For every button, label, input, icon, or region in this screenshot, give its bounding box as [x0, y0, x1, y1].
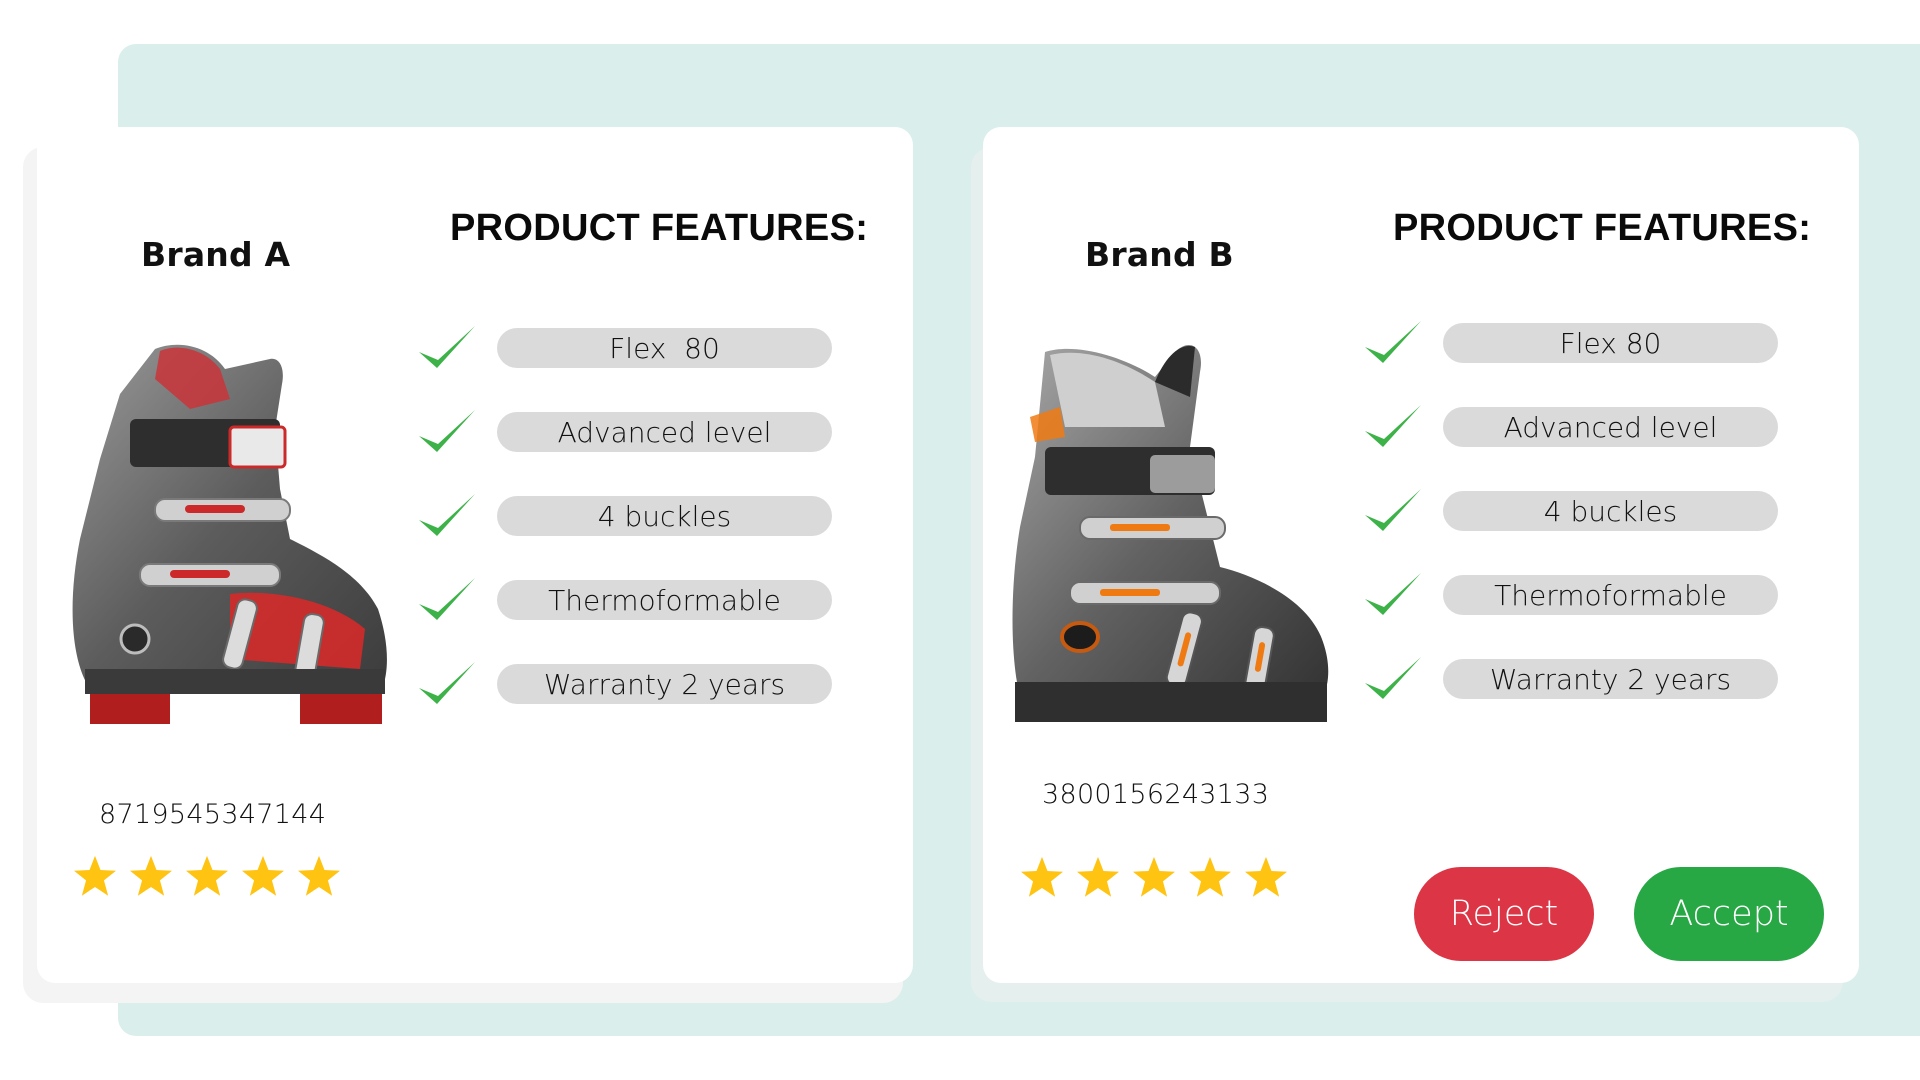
star-icon [74, 855, 116, 896]
star-icon [1245, 856, 1287, 897]
accept-button[interactable]: Accept [1634, 867, 1824, 961]
product-card-brand-a: Brand A PRODUCT FEATURES: Flex 80 Advanc… [37, 127, 913, 983]
star-rating [1020, 856, 1288, 898]
check-icon [419, 662, 475, 704]
star-icon [1021, 856, 1063, 897]
features-title: PRODUCT FEATURES: [450, 207, 869, 249]
ean-code: 8719545347144 [99, 799, 327, 830]
feature-pill: Warranty 2 years [1443, 659, 1778, 699]
feature-pill: Advanced level [497, 412, 832, 452]
product-image-boot-a [72, 344, 387, 724]
feature-pill: 4 buckles [1443, 491, 1778, 531]
star-rating [73, 855, 341, 897]
reject-button[interactable]: Reject [1414, 867, 1594, 961]
ean-code: 3800156243133 [1042, 779, 1270, 810]
feature-pill: 4 buckles [497, 496, 832, 536]
check-icon [419, 494, 475, 536]
feature-pill: Flex 80 [1443, 323, 1778, 363]
star-icon [130, 855, 172, 896]
star-icon [186, 855, 228, 896]
features-title: PRODUCT FEATURES: [1393, 207, 1812, 249]
brand-name: Brand B [1085, 235, 1234, 274]
feature-pill: Warranty 2 years [497, 664, 832, 704]
star-icon [1077, 856, 1119, 897]
check-icon [1365, 489, 1421, 531]
check-icon [419, 410, 475, 452]
feature-pill: Flex 80 [497, 328, 832, 368]
feature-pill: Thermoformable [1443, 575, 1778, 615]
product-image-boot-b [1012, 344, 1329, 722]
star-icon [1133, 856, 1175, 897]
check-icon [1365, 657, 1421, 699]
star-icon [1189, 856, 1231, 897]
product-card-brand-b: Brand B PRODUCT FEATURES: Flex 80 Advanc… [983, 127, 1859, 983]
check-icon [1365, 321, 1421, 363]
brand-name: Brand A [141, 235, 291, 274]
star-icon [242, 855, 284, 896]
check-icon [419, 326, 475, 368]
star-icon [298, 855, 340, 896]
check-icon [1365, 573, 1421, 615]
check-icon [1365, 405, 1421, 447]
feature-pill: Advanced level [1443, 407, 1778, 447]
feature-pill: Thermoformable [497, 580, 832, 620]
check-icon [419, 578, 475, 620]
